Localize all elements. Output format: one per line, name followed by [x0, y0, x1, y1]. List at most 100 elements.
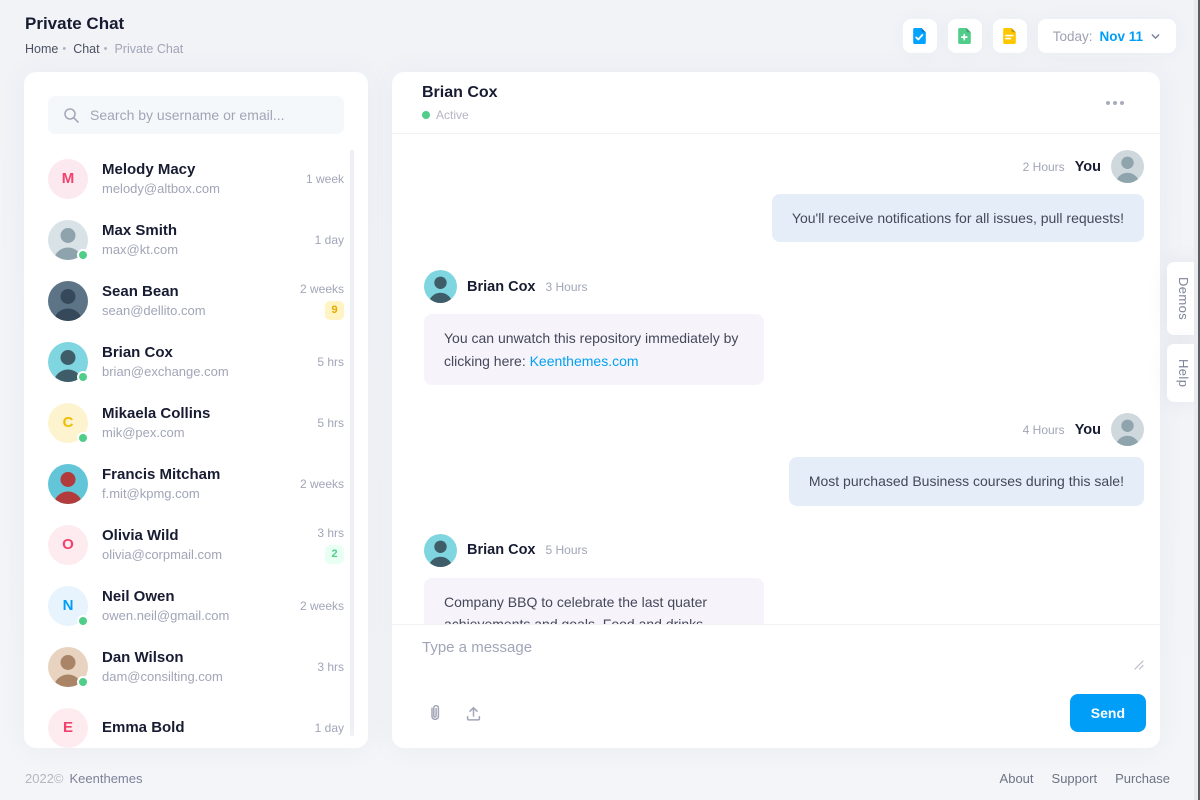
- contact-list-item[interactable]: Francis Mitcham f.mit@kpmg.com 2 weeks: [48, 453, 344, 514]
- contact-list-scrollbar[interactable]: [350, 150, 354, 736]
- contact-list-item[interactable]: NNeil Owenowen.neil@gmail.com2 weeks: [48, 575, 344, 636]
- breadcrumb: Home•Chat•Private Chat: [25, 42, 183, 56]
- contact-last-seen: 2 weeks: [300, 477, 344, 491]
- message-time: 5 Hours: [546, 543, 588, 557]
- contact-name[interactable]: Brian Cox: [102, 344, 229, 361]
- contact-meta: 2 weeks: [300, 477, 344, 491]
- avatar: [48, 281, 88, 321]
- contact-name[interactable]: Max Smith: [102, 222, 178, 239]
- contact-last-seen: 5 hrs: [317, 355, 344, 369]
- resize-handle-icon[interactable]: [1133, 657, 1144, 675]
- date-picker-button[interactable]: Today: Nov 11: [1038, 19, 1176, 53]
- contact-info: Mikaela Collins mik@pex.com: [102, 405, 210, 440]
- contact-name[interactable]: Melody Macy: [102, 161, 220, 178]
- avatar: C: [48, 403, 88, 443]
- breadcrumb-separator: •: [62, 43, 66, 55]
- contact-meta: 5 hrs: [317, 355, 344, 369]
- contact-list-item[interactable]: E Emma Bold 1 day: [48, 697, 344, 748]
- breadcrumb-item[interactable]: Chat: [73, 42, 99, 56]
- contact-list-item[interactable]: Dan Wilson dam@consilting.com 3 hrs: [48, 636, 344, 697]
- toolbar-file-plus-button[interactable]: [948, 19, 982, 53]
- contact-list-item[interactable]: Max Smithmax@kt.com1 day: [48, 209, 344, 270]
- message-time: 4 Hours: [1023, 423, 1065, 437]
- page-title: Private Chat: [25, 14, 183, 34]
- toolbar-file-check-button[interactable]: [903, 19, 937, 53]
- contact-last-seen: 3 hrs: [317, 526, 344, 540]
- contact-name[interactable]: Mikaela Collins: [102, 405, 210, 422]
- contact-meta: 2 weeks9: [300, 282, 344, 320]
- contact-name[interactable]: Sean Bean: [102, 283, 206, 300]
- contact-list-item[interactable]: Sean Bean sean@dellito.com 2 weeks9: [48, 270, 344, 331]
- avatar-initial: C: [63, 414, 74, 431]
- message-link[interactable]: Keenthemes.com: [530, 353, 639, 369]
- contact-last-seen: 5 hrs: [317, 416, 344, 430]
- message-avatar: [1111, 150, 1144, 183]
- contact-name[interactable]: Emma Bold: [102, 719, 185, 736]
- message-avatar: [424, 270, 457, 303]
- contact-meta: 3 hrs2: [317, 526, 344, 564]
- message-time: 2 Hours: [1023, 160, 1065, 174]
- contact-last-seen: 1 day: [315, 721, 344, 735]
- upload-image-button[interactable]: [460, 700, 487, 727]
- contact-meta: 1 day: [315, 721, 344, 735]
- message-composer: Send: [392, 624, 1160, 748]
- contact-name[interactable]: Neil Owen: [102, 588, 229, 605]
- contact-meta: 3 hrs: [317, 660, 344, 674]
- toolbar-file-lines-button[interactable]: [993, 19, 1027, 53]
- contacts-panel: MMelody Macymelody@altbox.com1 weekMax S…: [24, 72, 368, 748]
- message-out: 2 HoursYouYou'll receive notifications f…: [424, 150, 1144, 242]
- contact-email: dam@consilting.com: [102, 669, 223, 684]
- contact-meta: 5 hrs: [317, 416, 344, 430]
- message-bubble: You can unwatch this repository immediat…: [424, 314, 764, 385]
- contact-email: brian@exchange.com: [102, 364, 229, 379]
- message-meta: 2 Hours You: [1023, 150, 1144, 183]
- footer-link-purchase[interactable]: Purchase: [1115, 771, 1170, 786]
- message-meta: Brian Cox3 Hours: [424, 270, 588, 303]
- contact-meta: 2 weeks: [300, 599, 344, 613]
- footer-year: 2022©: [25, 771, 64, 786]
- message-author[interactable]: Brian Cox: [467, 542, 536, 558]
- contact-info: Emma Bold: [102, 719, 185, 736]
- contact-info: Sean Bean sean@dellito.com: [102, 283, 206, 318]
- contact-list-item[interactable]: MMelody Macymelody@altbox.com1 week: [48, 148, 344, 209]
- contact-name[interactable]: Olivia Wild: [102, 527, 222, 544]
- contact-list-item[interactable]: OOlivia Wildolivia@corpmail.com3 hrs2: [48, 514, 344, 575]
- avatar: M: [48, 159, 88, 199]
- chat-status: Active: [422, 108, 498, 122]
- message-author[interactable]: Brian Cox: [467, 279, 536, 295]
- footer-link-support[interactable]: Support: [1052, 771, 1098, 786]
- message-author[interactable]: You: [1075, 422, 1101, 438]
- contact-name[interactable]: Francis Mitcham: [102, 466, 220, 483]
- avatar: [48, 647, 88, 687]
- avatar: E: [48, 708, 88, 748]
- attach-file-button[interactable]: [422, 699, 448, 727]
- chat-contact-name[interactable]: Brian Cox: [422, 84, 498, 102]
- message-avatar: [1111, 413, 1144, 446]
- contact-email: f.mit@kpmg.com: [102, 486, 220, 501]
- window-scrollbar[interactable]: [1194, 0, 1200, 800]
- message-avatar: [424, 534, 457, 567]
- send-button[interactable]: Send: [1070, 694, 1146, 732]
- search-input[interactable]: [90, 107, 329, 123]
- contact-last-seen: 1 week: [306, 172, 344, 186]
- page-header: Private Chat Home•Chat•Private Chat: [25, 14, 183, 56]
- message-author[interactable]: You: [1075, 159, 1101, 175]
- contact-last-seen: 3 hrs: [317, 660, 344, 674]
- chat-status-label: Active: [436, 108, 469, 122]
- contact-list-item[interactable]: Brian Cox brian@exchange.com 5 hrs: [48, 331, 344, 392]
- message-input[interactable]: [422, 639, 1146, 685]
- contact-list-item[interactable]: C Mikaela Collins mik@pex.com 5 hrs: [48, 392, 344, 453]
- contact-email: mik@pex.com: [102, 425, 210, 440]
- footer-link-about[interactable]: About: [1000, 771, 1034, 786]
- date-prefix-label: Today:: [1053, 29, 1093, 44]
- contact-last-seen: 1 day: [315, 233, 344, 247]
- chat-options-button[interactable]: [1100, 95, 1130, 111]
- footer-brand-link[interactable]: Keenthemes: [70, 771, 143, 786]
- breadcrumb-item[interactable]: Home: [25, 42, 58, 56]
- contact-search: [48, 96, 344, 134]
- date-value: Nov 11: [1099, 29, 1143, 44]
- contact-name[interactable]: Dan Wilson: [102, 649, 223, 666]
- online-indicator: [77, 432, 89, 444]
- paperclip-icon: [426, 703, 444, 723]
- contact-email: sean@dellito.com: [102, 303, 206, 318]
